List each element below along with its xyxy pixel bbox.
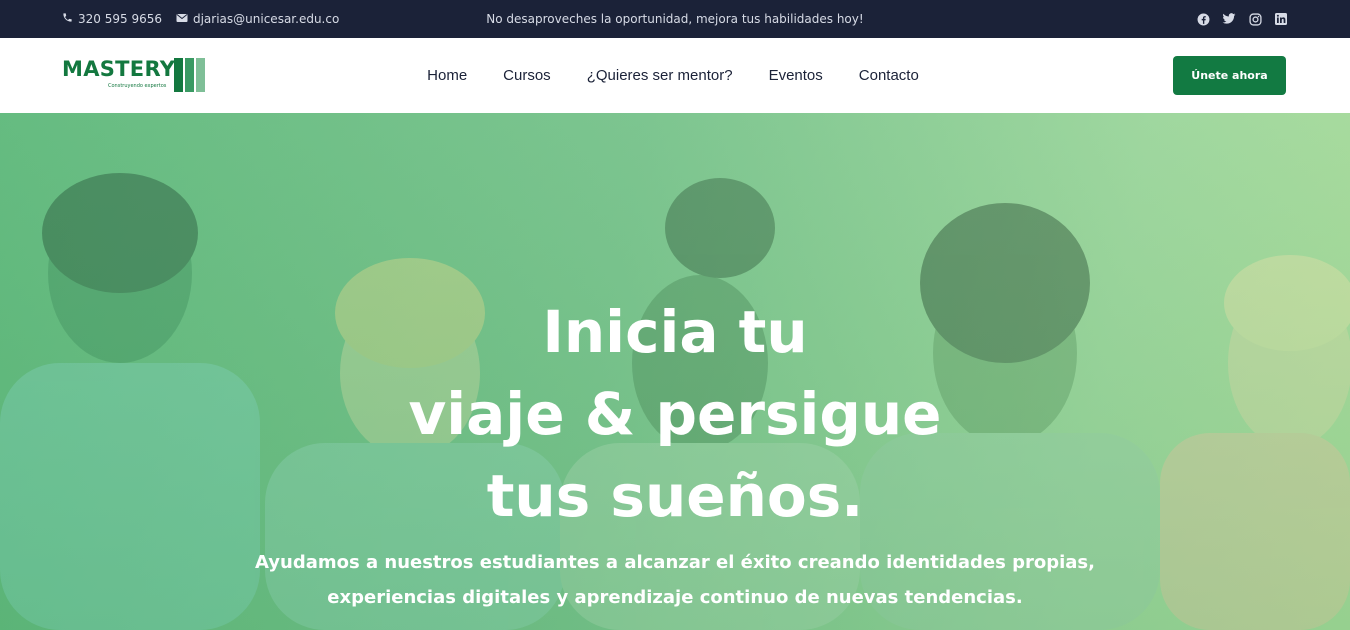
logo[interactable]: MASTERY Construyendo expertos <box>62 57 212 97</box>
main-header: MASTERY Construyendo expertos Home Curso… <box>0 38 1350 113</box>
hero-subtitle-line-2: experiencias digitales y aprendizaje con… <box>327 587 1023 608</box>
hero-title-line-3: tus sueños. <box>486 462 864 530</box>
nav-contacto[interactable]: Contacto <box>859 67 919 84</box>
hero-title-line-1: Inicia tu <box>542 298 808 366</box>
contact-info: 320 595 9656 djarias@unicesar.edu.co <box>62 0 339 38</box>
hero-title-line-2: viaje & persigue <box>408 380 942 448</box>
email-contact[interactable]: djarias@unicesar.edu.co <box>176 12 339 26</box>
hero-subtitle-line-1: Ayudamos a nuestros estudiantes a alcanz… <box>255 552 1095 573</box>
hero-section: Inicia tu viaje & persigue tus sueños. A… <box>0 113 1350 630</box>
twitter-icon[interactable] <box>1222 12 1236 26</box>
linkedin-icon[interactable] <box>1274 12 1288 26</box>
top-bar: 320 595 9656 djarias@unicesar.edu.co No … <box>0 0 1350 38</box>
phone-icon <box>62 12 73 26</box>
logo-text: MASTERY <box>62 57 176 81</box>
social-links <box>1196 0 1288 38</box>
instagram-icon[interactable] <box>1248 12 1262 26</box>
hero-subtitle: Ayudamos a nuestros estudiantes a alcanz… <box>0 545 1350 615</box>
email-address: djarias@unicesar.edu.co <box>192 12 340 26</box>
nav-cursos[interactable]: Cursos <box>503 67 551 84</box>
phone-contact[interactable]: 320 595 9656 <box>62 12 162 26</box>
nav-eventos[interactable]: Eventos <box>769 67 823 84</box>
logo-bars-icon <box>174 58 205 92</box>
hero-title: Inicia tu viaje & persigue tus sueños. <box>0 291 1350 537</box>
phone-number: 320 595 9656 <box>78 12 162 26</box>
facebook-icon[interactable] <box>1196 12 1210 26</box>
envelope-icon <box>176 12 188 26</box>
logo-tagline: Construyendo expertos <box>108 83 167 89</box>
nav-mentor[interactable]: ¿Quieres ser mentor? <box>587 67 733 84</box>
nav-home[interactable]: Home <box>427 67 467 84</box>
join-now-button[interactable]: Únete ahora <box>1173 56 1286 95</box>
